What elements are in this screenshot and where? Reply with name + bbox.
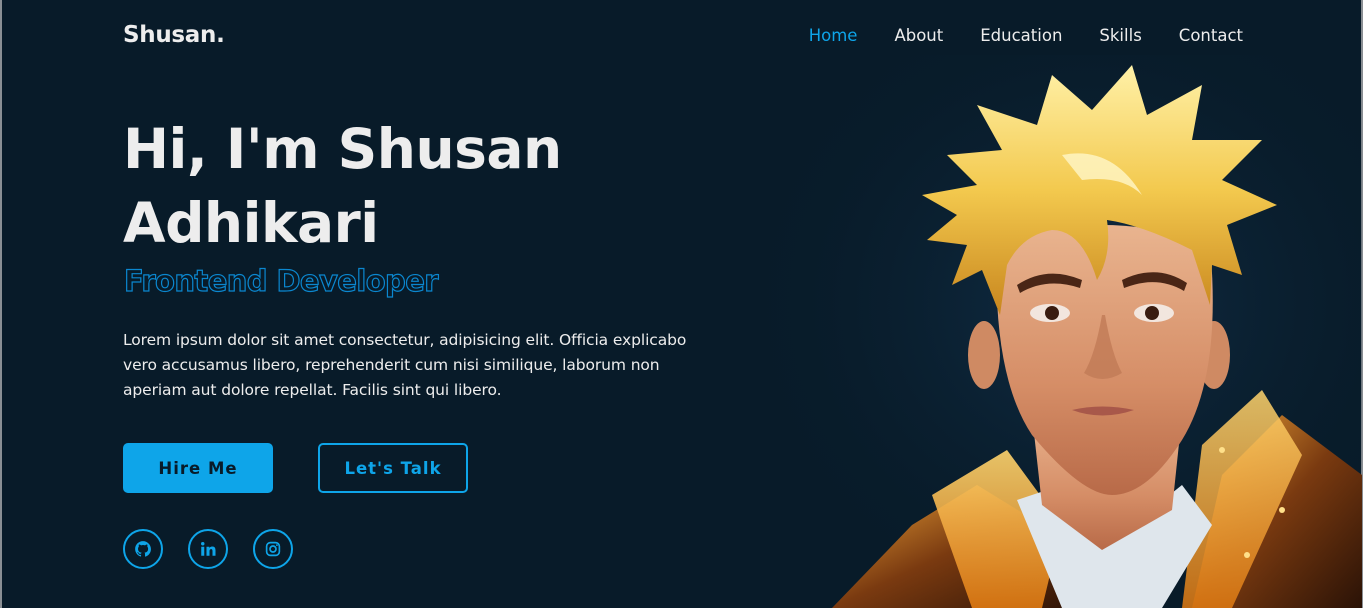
- nav-about[interactable]: About: [894, 26, 943, 45]
- github-link[interactable]: [123, 529, 163, 569]
- nav-contact[interactable]: Contact: [1179, 26, 1243, 45]
- nav-home[interactable]: Home: [809, 26, 858, 45]
- profile-portrait-image: [762, 55, 1362, 608]
- linkedin-link[interactable]: [188, 529, 228, 569]
- hero-title: Hi, I'm Shusan Adhikari: [123, 117, 562, 255]
- hero-description: Lorem ipsum dolor sit amet consectetur, …: [123, 331, 687, 399]
- hire-me-button[interactable]: Hire Me: [123, 443, 273, 493]
- instagram-link[interactable]: [253, 529, 293, 569]
- site-logo[interactable]: Shusan.: [123, 22, 225, 48]
- instagram-icon: [265, 541, 281, 557]
- nav-skills[interactable]: Skills: [1099, 26, 1141, 45]
- hero-role: Frontend Developer: [123, 263, 439, 298]
- lets-talk-button[interactable]: Let's Talk: [318, 443, 468, 493]
- main-nav: Home About Education Skills Contact: [772, 26, 1243, 45]
- linkedin-icon: [201, 542, 216, 556]
- nav-education[interactable]: Education: [980, 26, 1062, 45]
- github-icon: [135, 541, 151, 557]
